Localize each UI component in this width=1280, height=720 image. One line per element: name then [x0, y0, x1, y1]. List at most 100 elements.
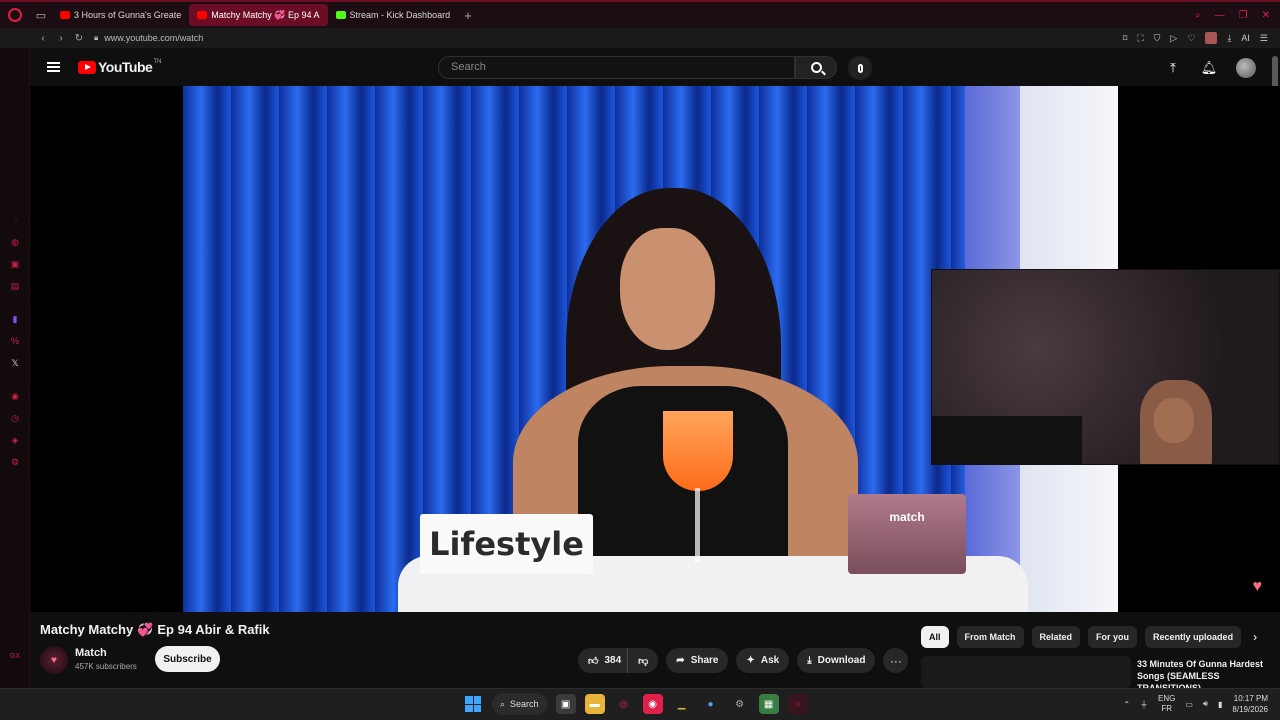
heart-icon[interactable]: ♡ [1187, 33, 1195, 44]
app-icon[interactable]: ▦ [758, 694, 779, 714]
upload-icon[interactable]: ⤒ [1164, 59, 1182, 77]
search-input[interactable]: Search [438, 56, 795, 79]
dislike-button[interactable]: 👎︎ [627, 648, 659, 673]
tab-kick[interactable]: Stream - Kick Dashboard [328, 4, 459, 26]
notifications-bell-icon[interactable]: 🔔︎ [1200, 59, 1218, 77]
video-actions: 👍︎ 384 👎︎ ➦ Share ✦ Ask ⤓ Download ··· [578, 648, 909, 673]
chip-for-you[interactable]: For you [1088, 626, 1138, 648]
more-actions-button[interactable]: ··· [883, 648, 909, 673]
tab-gunna[interactable]: 3 Hours of Gunna's Greate [52, 4, 189, 26]
profile-picture-icon[interactable] [1205, 32, 1218, 44]
messenger-icon[interactable]: ◌ [9, 214, 21, 226]
history-icon[interactable]: ◷ [9, 412, 21, 424]
youtube-logo[interactable]: YouTube TN [78, 59, 161, 75]
account-avatar[interactable] [1236, 58, 1256, 78]
clock[interactable]: 10:17 PM 8/19/2026 [1232, 693, 1268, 715]
chip-from-match[interactable]: From Match [956, 626, 1024, 648]
app-icon[interactable]: ● [701, 694, 721, 714]
tab-matchy[interactable]: Matchy Matchy 💞 Ep 94 A [189, 4, 328, 26]
webcam-desk [932, 416, 1082, 464]
file-explorer-icon[interactable]: ▬ [584, 694, 605, 714]
close-icon[interactable]: ✕ [1262, 10, 1270, 21]
opera-logo-icon[interactable] [0, 1, 30, 29]
like-count: 384 [604, 655, 622, 666]
settings-icon[interactable]: ⚙ [9, 456, 21, 468]
back-icon[interactable]: ‹ [34, 33, 52, 44]
reload-icon[interactable]: ↻ [70, 33, 88, 44]
battery-icon[interactable]: ▮ [1218, 700, 1222, 709]
search-tabs-icon[interactable]: ⌕ [1195, 10, 1201, 21]
address-bar: ‹ › ↻ 🔒︎ www.youtube.com/watch ⌑ ⛶ ⛉ ▷ ♡… [0, 28, 1280, 48]
shield-icon[interactable]: ⛉ [1154, 33, 1161, 44]
new-tab-button[interactable]: + [458, 8, 478, 23]
chip-all[interactable]: All [921, 626, 949, 648]
network-icon[interactable]: ▭ [1185, 700, 1193, 709]
subscribe-button[interactable]: Subscribe [155, 646, 220, 672]
chip-recently-uploaded[interactable]: Recently uploaded [1145, 626, 1242, 648]
microphone-icon[interactable]: ⏚ [1140, 699, 1148, 710]
bookmark-icon[interactable]: ⌑ [1123, 33, 1128, 44]
lifestyle-card: Lifestyle [420, 514, 593, 574]
header-actions: ⤒ 🔔︎ [1164, 58, 1256, 78]
x-icon[interactable]: 𝕏 [9, 357, 21, 369]
sidebar-app-icon[interactable]: ▤ [9, 280, 21, 292]
app-icon[interactable]: ▁ [672, 694, 692, 714]
recommendation-title[interactable]: 33 Minutes Of Gunna Hardest Songs (SEAML… [1137, 658, 1267, 688]
task-view-icon[interactable]: ▣ [555, 694, 576, 714]
channel-name[interactable]: Match [75, 647, 107, 659]
search-icon [810, 62, 822, 73]
ask-label: Ask [760, 655, 780, 666]
language-indicator[interactable]: ENG FR [1158, 694, 1175, 714]
player-icon[interactable]: ◉ [9, 390, 21, 402]
minimize-icon[interactable]: — [1215, 10, 1225, 21]
browser-tab-bar: ▭ 3 Hours of Gunna's Greate Matchy Match… [0, 0, 1280, 28]
kick-favicon-icon [335, 11, 346, 19]
ai-icon[interactable]: AI [1241, 33, 1250, 43]
streamer-webcam-overlay [931, 269, 1280, 465]
settings-app-icon[interactable]: ⚙ [730, 694, 750, 714]
chip-related[interactable]: Related [1031, 626, 1081, 648]
tab-islands-icon[interactable]: ▭ [30, 1, 52, 29]
opera-app-icon[interactable]: ○ [787, 694, 808, 714]
tab-label: Stream - Kick Dashboard [349, 10, 451, 20]
orange-drink [663, 411, 733, 491]
volume-icon[interactable]: 🔊︎ [1203, 699, 1208, 709]
twitch-icon[interactable]: ▮ [9, 313, 21, 325]
like-button[interactable]: 👍︎ 384 [578, 648, 628, 673]
opera-gx-app-icon[interactable]: ◉ [642, 694, 663, 714]
video-player[interactable]: Lifestyle match ♥ [30, 86, 1280, 612]
extensions-icon[interactable]: ◈ [9, 434, 21, 446]
window-controls: ⌕ — ❐ ✕ [1195, 10, 1280, 21]
lock-icon[interactable]: 🔒︎ [94, 33, 98, 43]
url-field[interactable]: www.youtube.com/watch [104, 33, 203, 43]
subscriber-count: 457K subscribers [75, 662, 137, 671]
taskbar-search-label: Search [510, 699, 539, 709]
ask-button[interactable]: ✦ Ask [736, 648, 790, 673]
gx-icon[interactable]: GX [9, 650, 21, 662]
sidebar-app-icon[interactable]: ▣ [9, 258, 21, 270]
download-button[interactable]: ⤓ Download [797, 648, 876, 673]
recommendation-thumbnail[interactable] [921, 656, 1131, 688]
youtube-header: YouTube TN Search ⤒ 🔔︎ [30, 48, 1280, 86]
hamburger-menu-icon[interactable] [47, 62, 60, 72]
download-icon[interactable]: ⤓ [1227, 33, 1231, 44]
chrome-app-icon[interactable]: ◎ [614, 694, 634, 714]
sidebar-app-icon[interactable]: ◍ [9, 236, 21, 248]
channel-watermark-icon[interactable]: ♥ [1253, 578, 1263, 596]
sidebar-app-icon[interactable]: % [9, 335, 21, 347]
thumbs-up-icon: 👍︎ [588, 655, 599, 667]
taskbar-search[interactable]: ⌕ Search [492, 693, 547, 715]
menu-icon[interactable]: ☰ [1260, 33, 1268, 44]
channel-avatar[interactable]: ♥ [40, 646, 68, 674]
windows-start-icon[interactable] [463, 694, 483, 714]
chevron-right-icon[interactable]: › [1253, 630, 1257, 644]
play-icon[interactable]: ▷ [1170, 33, 1177, 44]
forward-icon[interactable]: › [52, 33, 70, 44]
voice-search-button[interactable] [848, 56, 872, 80]
snapshot-icon[interactable]: ⛶ [1137, 33, 1143, 44]
maximize-icon[interactable]: ❐ [1239, 10, 1248, 21]
video-title-part1: Matchy Matchy [40, 622, 134, 637]
search-button[interactable] [795, 56, 837, 79]
share-button[interactable]: ➦ Share [666, 648, 729, 673]
chevron-up-icon[interactable]: ⌃ [1123, 700, 1130, 709]
